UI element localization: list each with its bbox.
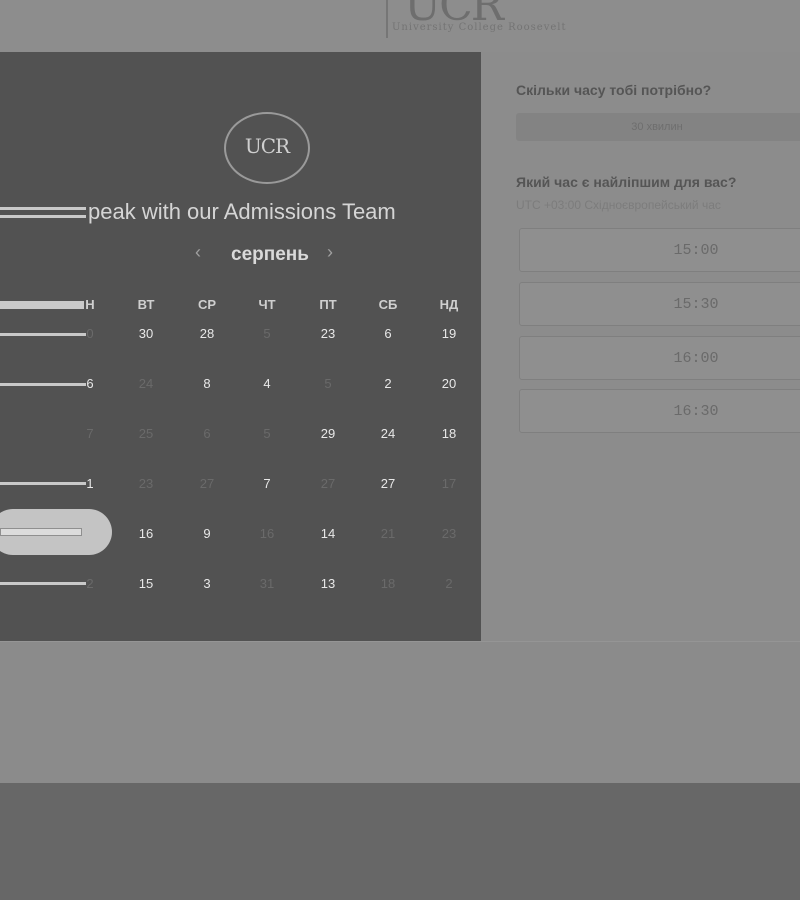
day-cell[interactable]: 24 xyxy=(368,426,408,441)
time-slot-label: 15:00 xyxy=(673,242,719,259)
bottom-band xyxy=(0,783,800,900)
day-cell[interactable]: 5 xyxy=(247,326,287,341)
day-cell[interactable]: 30 xyxy=(126,326,166,341)
day-cell[interactable]: 15 xyxy=(126,576,166,591)
college-logo: UCR University College Roosevelt xyxy=(380,0,590,40)
day-cell[interactable]: 13 xyxy=(308,576,348,591)
chevron-right-icon[interactable]: › xyxy=(327,242,333,263)
day-cell[interactable]: 27 xyxy=(308,476,348,491)
day-cell[interactable]: 28 xyxy=(187,326,227,341)
time-slot-button[interactable]: 15:00 xyxy=(519,228,800,272)
day-cell[interactable]: 6 xyxy=(368,326,408,341)
time-slot-button[interactable]: 16:30 xyxy=(519,389,800,433)
duration-value: 30 хвилин xyxy=(631,121,683,133)
redacted-bar xyxy=(0,528,82,536)
weekday-header: ВТ xyxy=(137,297,155,312)
header: UCR University College Roosevelt xyxy=(0,0,800,52)
time-slot-button[interactable]: 15:30 xyxy=(519,282,800,326)
day-cell[interactable]: 21 xyxy=(368,526,408,541)
ucr-badge-icon: UCR xyxy=(224,112,310,184)
day-cell[interactable]: 18 xyxy=(429,426,469,441)
selected-date-pill[interactable] xyxy=(0,509,112,555)
day-cell[interactable]: 24 xyxy=(126,376,166,391)
day-cell[interactable]: 7 xyxy=(70,426,110,441)
day-cell[interactable]: 3 xyxy=(187,576,227,591)
timezone-label: UTC +03:00 Східноєвропейський час xyxy=(516,198,721,212)
day-cell[interactable]: 27 xyxy=(187,476,227,491)
weekday-header: НД xyxy=(439,297,459,312)
day-cell[interactable]: 16 xyxy=(126,526,166,541)
logo-subtitle: University College Roosevelt xyxy=(392,22,567,33)
month-label: серпень xyxy=(231,244,309,265)
day-cell[interactable]: 23 xyxy=(126,476,166,491)
badge-text: UCR xyxy=(244,134,290,158)
day-cell[interactable]: 17 xyxy=(429,476,469,491)
day-cell[interactable]: 4 xyxy=(247,376,287,391)
weekday-header: СБ xyxy=(378,297,398,312)
time-slot-label: 15:30 xyxy=(673,296,719,313)
page-footer-area xyxy=(0,641,800,783)
logo-pillar-icon xyxy=(386,0,388,38)
day-cell[interactable]: 20 xyxy=(429,376,469,391)
duration-selector[interactable]: 30 хвилин xyxy=(516,113,800,141)
time-question: Який час є найліпшим для вас? xyxy=(516,174,737,190)
day-cell[interactable]: 7 xyxy=(247,476,287,491)
day-cell[interactable]: 19 xyxy=(429,326,469,341)
booking-panel: Скільки часу тобі потрібно? 30 хвилин Як… xyxy=(481,52,800,641)
day-cell[interactable]: 16 xyxy=(247,526,287,541)
calendar-panel: UCR peak with our Admissions Team ‹ серп… xyxy=(0,52,481,641)
time-slot-label: 16:30 xyxy=(673,403,719,420)
day-cell[interactable]: 23 xyxy=(308,326,348,341)
duration-question: Скільки часу тобі потрібно? xyxy=(516,82,712,98)
day-cell[interactable]: 9 xyxy=(187,526,227,541)
day-cell[interactable]: 5 xyxy=(247,426,287,441)
day-cell[interactable]: 5 xyxy=(308,376,348,391)
time-slot-button[interactable]: 16:00 xyxy=(519,336,800,380)
day-cell[interactable]: 2 xyxy=(70,576,110,591)
weekday-header: ПТ xyxy=(319,297,337,312)
weekday-header: Н xyxy=(85,297,95,312)
month-navigation: ‹ серпень › xyxy=(190,242,350,266)
day-cell[interactable]: 23 xyxy=(429,526,469,541)
day-cell[interactable]: 0 xyxy=(70,326,110,341)
day-cell[interactable]: 27 xyxy=(368,476,408,491)
weekday-header: СР xyxy=(197,297,217,312)
weekday-header: ЧТ xyxy=(258,297,276,312)
day-cell[interactable]: 2 xyxy=(429,576,469,591)
day-cell[interactable]: 25 xyxy=(126,426,166,441)
time-slot-label: 16:00 xyxy=(673,350,719,367)
day-cell[interactable]: 2 xyxy=(368,376,408,391)
day-cell[interactable]: 31 xyxy=(247,576,287,591)
day-cell[interactable]: 6 xyxy=(187,426,227,441)
redacted-text-bar xyxy=(0,205,86,221)
day-cell[interactable]: 29 xyxy=(308,426,348,441)
day-cell[interactable]: 8 xyxy=(187,376,227,391)
day-cell[interactable]: 18 xyxy=(368,576,408,591)
day-cell[interactable]: 14 xyxy=(308,526,348,541)
panel-title: peak with our Admissions Team xyxy=(88,199,396,224)
day-cell[interactable]: 6 xyxy=(70,376,110,391)
day-cell[interactable]: 1 xyxy=(70,476,110,491)
